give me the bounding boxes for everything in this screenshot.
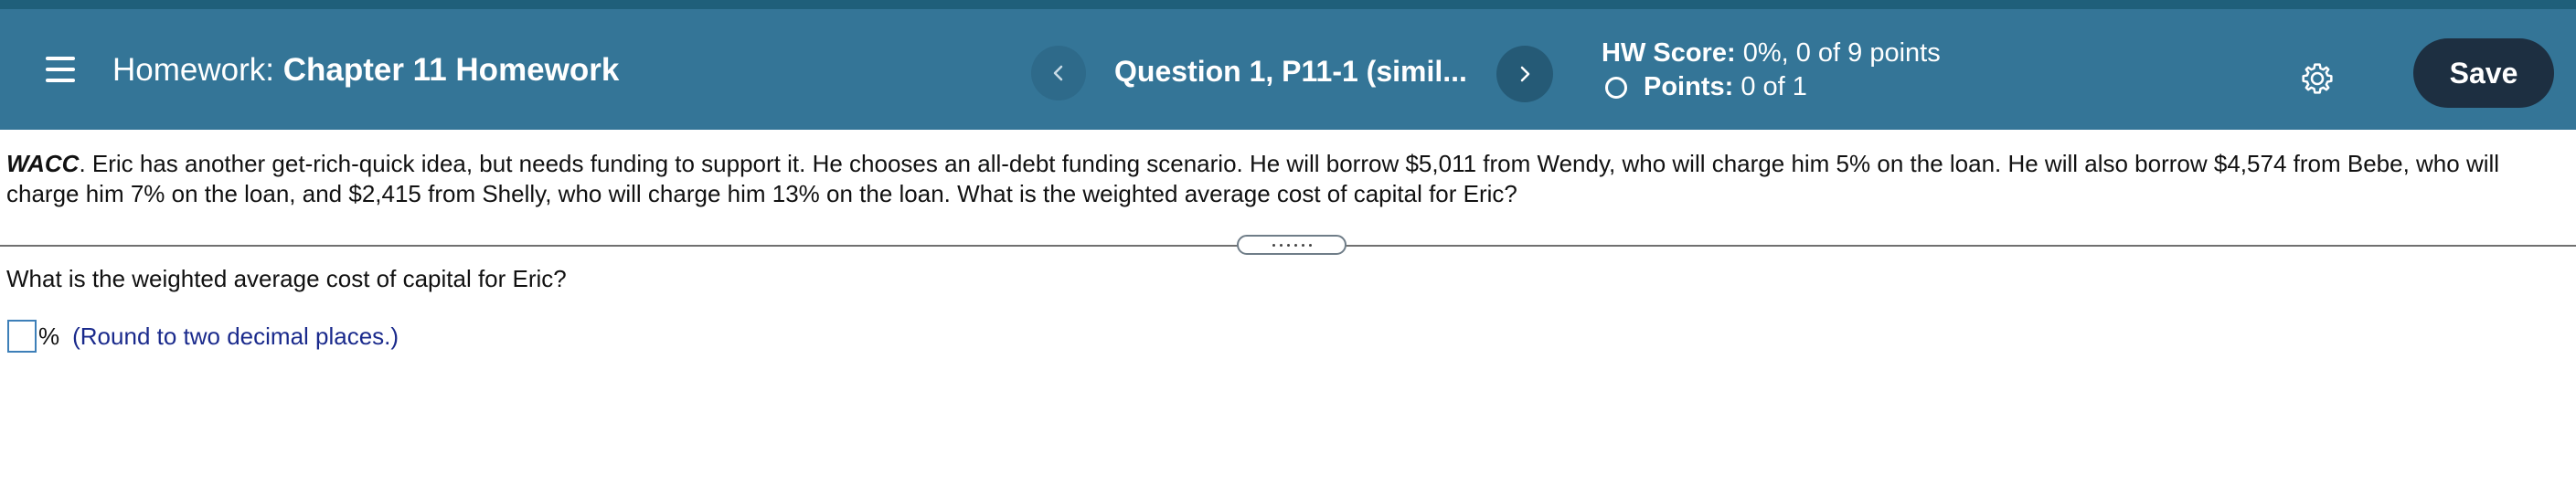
chevron-left-icon	[1053, 65, 1063, 81]
pane-resize-handle[interactable]	[1237, 235, 1347, 255]
question-prompt: What is the weighted average cost of cap…	[6, 265, 567, 292]
score-block: HW Score: 0%, 0 of 9 points Points: 0 of…	[1602, 37, 1941, 104]
hw-score: HW Score: 0%, 0 of 9 points	[1602, 37, 1941, 70]
homework-title-prefix: Homework:	[112, 52, 274, 88]
header-bar: Homework: Chapter 11 Homework Question 1…	[0, 9, 2576, 130]
chevron-right-icon	[1520, 66, 1530, 82]
answer-row: % (Round to two decimal places.)	[7, 320, 399, 353]
save-button[interactable]: Save	[2413, 38, 2554, 108]
points-label: Points:	[1644, 72, 1734, 101]
problem-statement: WACC. Eric has another get-rich-quick id…	[6, 149, 2557, 209]
points-value: 0 of 1	[1740, 72, 1807, 101]
homework-title: Homework: Chapter 11 Homework	[112, 51, 619, 90]
problem-body: . Eric has another get-rich-quick idea, …	[6, 150, 2500, 207]
answer-input[interactable]	[7, 320, 37, 353]
previous-question-button[interactable]	[1031, 46, 1086, 100]
gear-icon[interactable]	[2299, 60, 2336, 97]
question-label[interactable]: Question 1, P11-1 (simil...	[1114, 53, 1467, 90]
next-question-button[interactable]	[1496, 46, 1553, 102]
hw-score-label: HW Score:	[1602, 38, 1736, 68]
homework-title-name: Chapter 11 Homework	[282, 52, 620, 88]
rounding-hint: (Round to two decimal places.)	[72, 322, 399, 350]
answer-unit: %	[38, 322, 60, 350]
top-strip	[0, 0, 2576, 9]
points-row: Points: 0 of 1	[1602, 70, 1941, 104]
hamburger-menu-icon[interactable]	[46, 57, 75, 82]
hw-score-value: 0%, 0 of 9 points	[1742, 38, 1941, 68]
problem-lead: WACC	[6, 150, 80, 177]
radio-circle-icon	[1605, 76, 1627, 99]
